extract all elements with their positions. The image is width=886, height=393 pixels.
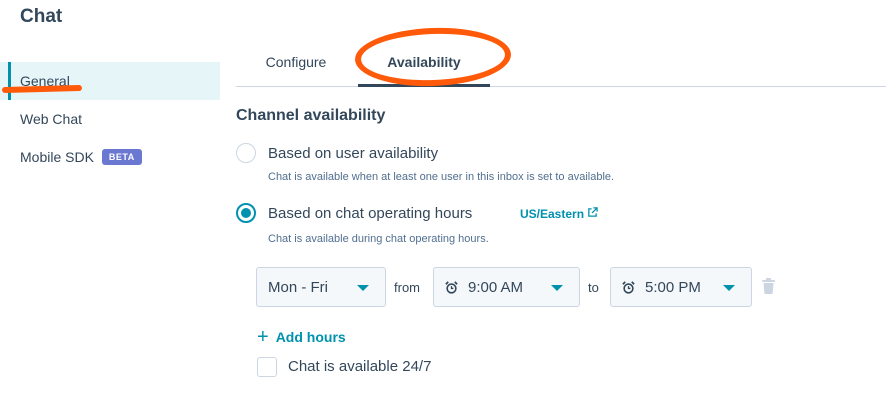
external-link-icon xyxy=(587,207,598,221)
caret-down-icon xyxy=(357,285,369,291)
end-time-value: 5:00 PM xyxy=(645,278,701,296)
alarm-clock-icon xyxy=(444,280,459,295)
sidebar-item-general[interactable]: General xyxy=(0,62,220,100)
start-time-select[interactable]: 9:00 AM xyxy=(433,267,580,307)
page-title: Chat xyxy=(20,6,63,27)
radio-user-availability[interactable] xyxy=(236,143,256,163)
sidebar-item-label: Web Chat xyxy=(20,111,82,127)
option-user-availability-help: Chat is available when at least one user… xyxy=(268,171,615,183)
option-operating-hours-help: Chat is available during chat operating … xyxy=(268,233,489,245)
beta-badge: BETA xyxy=(101,149,142,165)
sidebar: General Web Chat Mobile SDK BETA xyxy=(0,62,220,176)
always-available-checkbox[interactable] xyxy=(257,357,277,377)
option-operating-hours-label[interactable]: Based on chat operating hours xyxy=(268,205,472,222)
option-user-availability-label[interactable]: Based on user availability xyxy=(268,145,438,162)
start-time-value: 9:00 AM xyxy=(468,278,524,296)
end-time-select[interactable]: 5:00 PM xyxy=(610,267,752,307)
plus-icon: + xyxy=(257,326,269,348)
add-hours-button[interactable]: + Add hours xyxy=(257,327,346,347)
to-label: to xyxy=(588,280,599,295)
caret-down-icon xyxy=(723,285,735,291)
sidebar-item-web-chat[interactable]: Web Chat xyxy=(0,100,220,138)
radio-operating-hours[interactable] xyxy=(236,203,256,223)
tab-configure[interactable]: Configure xyxy=(236,38,356,86)
days-value: Mon - Fri xyxy=(268,278,328,296)
tab-bar: Configure Availability xyxy=(236,38,886,87)
caret-down-icon xyxy=(551,285,563,291)
always-available-label[interactable]: Chat is available 24/7 xyxy=(288,358,431,375)
from-label: from xyxy=(394,280,420,295)
section-title: Channel availability xyxy=(236,107,386,124)
timezone-link[interactable]: US/Eastern xyxy=(520,207,598,221)
timezone-label: US/Eastern xyxy=(520,207,585,221)
days-select[interactable]: Mon - Fri xyxy=(256,267,386,307)
add-hours-label: Add hours xyxy=(275,329,346,345)
sidebar-item-label: Mobile SDK xyxy=(20,149,94,165)
sidebar-item-mobile-sdk[interactable]: Mobile SDK BETA xyxy=(0,138,220,176)
tab-availability[interactable]: Availability xyxy=(358,38,490,87)
alarm-clock-icon xyxy=(621,280,636,295)
trash-icon[interactable] xyxy=(762,278,775,299)
